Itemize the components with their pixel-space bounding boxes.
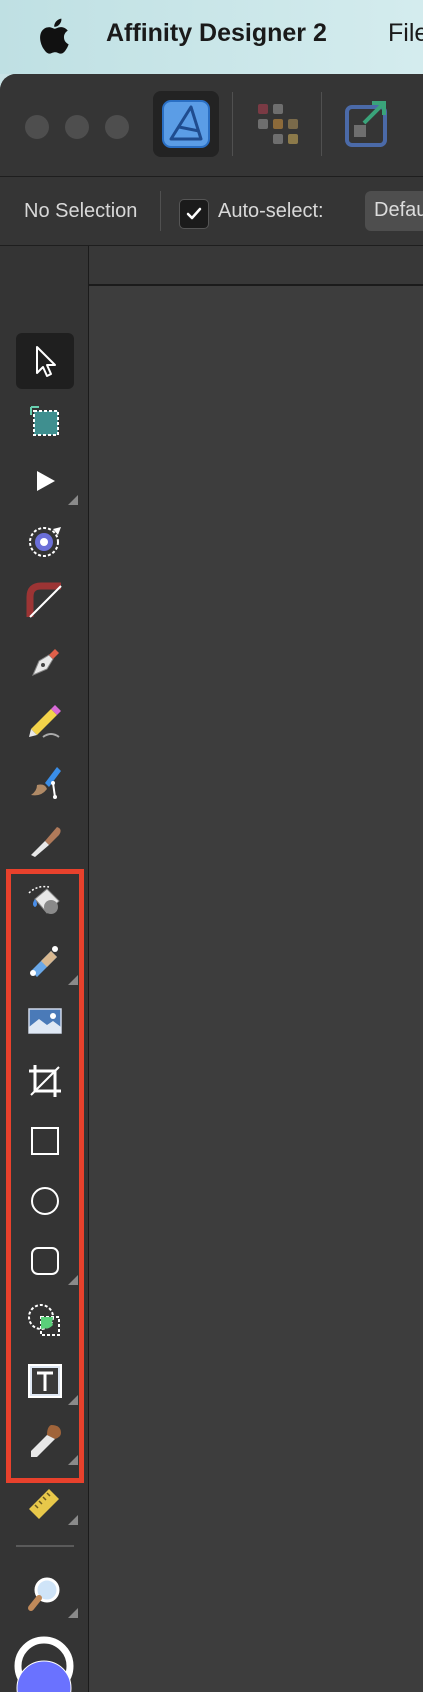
rectangle-tool-icon [31,1127,59,1155]
artistic-text-tool-icon [28,1364,62,1398]
color-well[interactable] [14,1636,74,1692]
move-tool-button[interactable] [16,333,74,389]
context-toolbar: No Selection Auto-select: Default [0,177,423,246]
title-bar [0,74,423,177]
place-image-tool-button[interactable] [16,993,74,1049]
color-picker-tool-button[interactable] [16,1413,78,1469]
transparency-tool-button[interactable] [16,933,78,989]
transparency-tool-icon [30,946,58,977]
rounded-rectangle-tool-button[interactable] [16,1233,78,1289]
place-image-tool-icon [28,1008,62,1034]
pen-tool-button[interactable] [16,633,74,689]
auto-select-label: Auto-select: [218,200,324,222]
flyout-indicator [68,975,78,985]
measure-tool-icon [29,1489,59,1519]
app-menu-name[interactable]: Affinity Designer 2 [106,19,327,48]
ellipse-tool-button[interactable] [16,1173,74,1229]
designer-persona-button[interactable] [153,91,219,157]
pencil-tool-icon [29,705,61,738]
move-tool-icon [36,346,56,377]
fill-tool-icon [28,885,60,914]
auto-select-checkbox[interactable] [179,199,209,229]
ellipse-tool-icon [31,1187,59,1215]
context-divider [160,191,161,231]
close-window-button[interactable] [25,115,49,139]
knife-tool-button[interactable] [16,813,74,869]
horizontal-ruler [89,246,423,286]
artistic-text-tool-button[interactable] [16,1353,78,1409]
macos-menubar: Affinity Designer 2 File [0,0,423,74]
flyout-indicator [68,1455,78,1465]
canvas-area[interactable] [89,246,423,1692]
crop-tool-button[interactable] [16,1053,74,1109]
tools-divider [16,1545,74,1547]
node-tool-button[interactable] [16,453,78,509]
flyout-indicator [68,495,78,505]
checkmark-icon [186,207,202,220]
export-persona-button[interactable] [334,91,400,157]
zoom-tool-icon [28,1577,60,1611]
pixel-persona-button[interactable] [245,91,311,157]
color-picker-tool-icon [31,1425,61,1457]
vector-brush-tool-icon [31,767,61,799]
fill-tool-button[interactable] [16,873,74,929]
menu-file[interactable]: File [388,19,423,48]
pen-tool-icon [32,649,59,676]
crop-tool-icon [29,1065,61,1097]
flyout-indicator [68,1515,78,1525]
shape-builder-tool-icon [28,1304,60,1336]
corner-tool-button[interactable] [16,573,74,629]
point-transform-tool-icon [29,527,61,557]
export-persona-icon [345,101,387,147]
color-swatches-icon [14,1636,74,1692]
flyout-indicator [68,1608,78,1618]
auto-select-mode-value: Default [374,199,423,221]
app-window: No Selection Auto-select: Default [0,74,423,1692]
auto-select-mode-dropdown[interactable]: Default [365,191,423,231]
flyout-indicator [68,1275,78,1285]
pencil-tool-button[interactable] [16,693,74,749]
zoom-tool-button[interactable] [16,1566,78,1622]
rounded-rectangle-tool-icon [31,1247,59,1275]
persona-divider [232,92,233,156]
measure-tool-button[interactable] [16,1473,78,1529]
artboard-tool-icon [30,406,59,436]
point-transform-tool-button[interactable] [16,513,74,569]
knife-tool-icon [31,827,61,857]
minimize-window-button[interactable] [65,115,89,139]
shape-builder-tool-button[interactable] [16,1293,74,1349]
corner-tool-icon [26,582,62,618]
artboard-tool-button[interactable] [16,393,74,449]
designer-persona-icon [162,100,210,148]
vector-brush-tool-button[interactable] [16,753,74,809]
selection-status: No Selection [24,200,138,222]
persona-divider [321,92,322,156]
pixel-persona-icon [258,104,298,144]
tools-panel [0,246,89,1692]
zoom-window-button[interactable] [105,115,129,139]
rectangle-tool-button[interactable] [16,1113,74,1169]
node-tool-icon [37,471,55,491]
apple-logo-icon[interactable] [38,18,70,54]
flyout-indicator [68,1395,78,1405]
